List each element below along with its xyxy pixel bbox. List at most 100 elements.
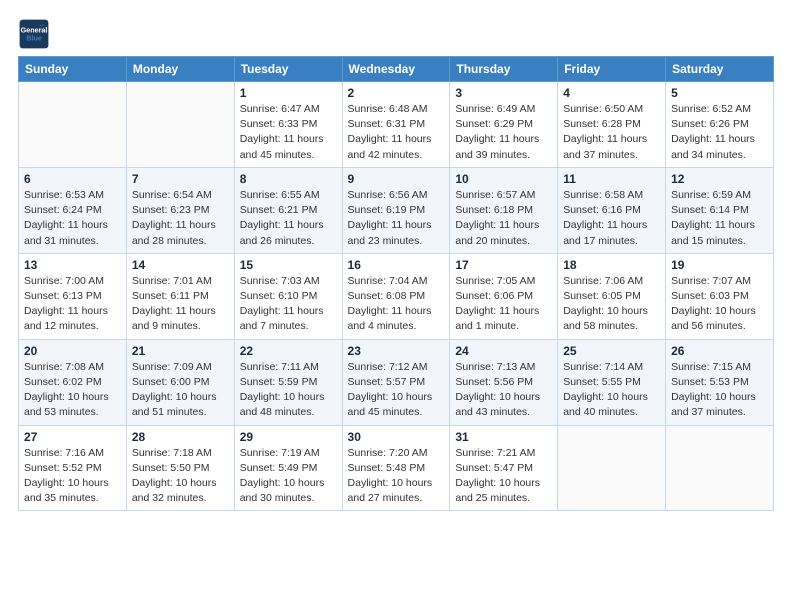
day-cell: 20 Sunrise: 7:08 AM Sunset: 6:02 PM Dayli… xyxy=(19,339,127,425)
day-number: 21 xyxy=(132,344,229,358)
day-cell: 23 Sunrise: 7:12 AM Sunset: 5:57 PM Dayli… xyxy=(342,339,450,425)
day-cell: 28 Sunrise: 7:18 AM Sunset: 5:50 PM Dayli… xyxy=(126,425,234,511)
calendar-table: SundayMondayTuesdayWednesdayThursdayFrid… xyxy=(18,56,774,511)
day-number: 2 xyxy=(348,86,445,100)
day-detail: Sunrise: 7:21 AM Sunset: 5:47 PM Dayligh… xyxy=(455,446,552,507)
day-detail: Sunrise: 7:20 AM Sunset: 5:48 PM Dayligh… xyxy=(348,446,445,507)
day-number: 26 xyxy=(671,344,768,358)
day-cell: 16Sunrise: 7:04 AM Sunset: 6:08 PM Dayli… xyxy=(342,253,450,339)
day-cell: 7 Sunrise: 6:54 AM Sunset: 6:23 PM Daylig… xyxy=(126,167,234,253)
day-cell: 26 Sunrise: 7:15 AM Sunset: 5:53 PM Dayli… xyxy=(666,339,774,425)
day-number: 8 xyxy=(240,172,337,186)
col-header-wednesday: Wednesday xyxy=(342,57,450,82)
day-number: 3 xyxy=(455,86,552,100)
day-detail: Sunrise: 7:18 AM Sunset: 5:50 PM Dayligh… xyxy=(132,446,229,507)
day-cell: 10 Sunrise: 6:57 AM Sunset: 6:18 PM Dayli… xyxy=(450,167,558,253)
day-detail: Sunrise: 6:54 AM Sunset: 6:23 PM Dayligh… xyxy=(132,188,229,249)
day-number: 31 xyxy=(455,430,552,444)
week-row-2: 6 Sunrise: 6:53 AM Sunset: 6:24 PM Daylig… xyxy=(19,167,774,253)
day-number: 6 xyxy=(24,172,121,186)
day-cell: 8 Sunrise: 6:55 AM Sunset: 6:21 PM Daylig… xyxy=(234,167,342,253)
day-detail: Sunrise: 7:06 AM Sunset: 6:05 PM Dayligh… xyxy=(563,274,660,335)
col-header-sunday: Sunday xyxy=(19,57,127,82)
day-number: 7 xyxy=(132,172,229,186)
day-detail: Sunrise: 6:52 AM Sunset: 6:26 PM Dayligh… xyxy=(671,102,768,163)
day-detail: Sunrise: 6:59 AM Sunset: 6:14 PM Dayligh… xyxy=(671,188,768,249)
day-cell: 11 Sunrise: 6:58 AM Sunset: 6:16 PM Dayli… xyxy=(558,167,666,253)
day-cell: 15 Sunrise: 7:03 AM Sunset: 6:10 PM Dayli… xyxy=(234,253,342,339)
page-container: General Blue SundayMondayTuesdayWednesda… xyxy=(0,0,792,521)
day-number: 28 xyxy=(132,430,229,444)
day-number: 25 xyxy=(563,344,660,358)
day-detail: Sunrise: 7:05 AM Sunset: 6:06 PM Dayligh… xyxy=(455,274,552,335)
day-detail: Sunrise: 6:48 AM Sunset: 6:31 PM Dayligh… xyxy=(348,102,445,163)
day-number: 5 xyxy=(671,86,768,100)
day-number: 24 xyxy=(455,344,552,358)
day-cell: 6 Sunrise: 6:53 AM Sunset: 6:24 PM Daylig… xyxy=(19,167,127,253)
week-row-5: 27Sunrise: 7:16 AM Sunset: 5:52 PM Dayli… xyxy=(19,425,774,511)
day-detail: Sunrise: 6:49 AM Sunset: 6:29 PM Dayligh… xyxy=(455,102,552,163)
day-number: 19 xyxy=(671,258,768,272)
day-cell: 19 Sunrise: 7:07 AM Sunset: 6:03 PM Dayli… xyxy=(666,253,774,339)
day-detail: Sunrise: 7:15 AM Sunset: 5:53 PM Dayligh… xyxy=(671,360,768,421)
day-cell: 18 Sunrise: 7:06 AM Sunset: 6:05 PM Dayli… xyxy=(558,253,666,339)
day-detail: Sunrise: 6:57 AM Sunset: 6:18 PM Dayligh… xyxy=(455,188,552,249)
day-number: 23 xyxy=(348,344,445,358)
day-number: 29 xyxy=(240,430,337,444)
day-number: 20 xyxy=(24,344,121,358)
svg-text:Blue: Blue xyxy=(26,33,42,42)
day-detail: Sunrise: 7:09 AM Sunset: 6:00 PM Dayligh… xyxy=(132,360,229,421)
day-detail: Sunrise: 7:12 AM Sunset: 5:57 PM Dayligh… xyxy=(348,360,445,421)
col-header-monday: Monday xyxy=(126,57,234,82)
day-cell: 2 Sunrise: 6:48 AM Sunset: 6:31 PM Daylig… xyxy=(342,82,450,168)
day-cell: 21 Sunrise: 7:09 AM Sunset: 6:00 PM Dayli… xyxy=(126,339,234,425)
day-detail: Sunrise: 7:08 AM Sunset: 6:02 PM Dayligh… xyxy=(24,360,121,421)
day-detail: Sunrise: 7:03 AM Sunset: 6:10 PM Dayligh… xyxy=(240,274,337,335)
day-detail: Sunrise: 6:50 AM Sunset: 6:28 PM Dayligh… xyxy=(563,102,660,163)
calendar-header: SundayMondayTuesdayWednesdayThursdayFrid… xyxy=(19,57,774,82)
day-cell: 12 Sunrise: 6:59 AM Sunset: 6:14 PM Dayli… xyxy=(666,167,774,253)
day-detail: Sunrise: 7:19 AM Sunset: 5:49 PM Dayligh… xyxy=(240,446,337,507)
day-number: 10 xyxy=(455,172,552,186)
day-detail: Sunrise: 6:47 AM Sunset: 6:33 PM Dayligh… xyxy=(240,102,337,163)
day-detail: Sunrise: 7:11 AM Sunset: 5:59 PM Dayligh… xyxy=(240,360,337,421)
day-number: 15 xyxy=(240,258,337,272)
day-cell xyxy=(666,425,774,511)
day-detail: Sunrise: 7:01 AM Sunset: 6:11 PM Dayligh… xyxy=(132,274,229,335)
day-number: 12 xyxy=(671,172,768,186)
day-number: 30 xyxy=(348,430,445,444)
day-number: 9 xyxy=(348,172,445,186)
day-cell: 4Sunrise: 6:50 AM Sunset: 6:28 PM Daylig… xyxy=(558,82,666,168)
week-row-4: 20 Sunrise: 7:08 AM Sunset: 6:02 PM Dayli… xyxy=(19,339,774,425)
day-cell xyxy=(19,82,127,168)
day-number: 18 xyxy=(563,258,660,272)
day-cell: 13 Sunrise: 7:00 AM Sunset: 6:13 PM Dayli… xyxy=(19,253,127,339)
week-row-1: 1 Sunrise: 6:47 AM Sunset: 6:33 PM Daylig… xyxy=(19,82,774,168)
day-detail: Sunrise: 7:13 AM Sunset: 5:56 PM Dayligh… xyxy=(455,360,552,421)
day-detail: Sunrise: 7:07 AM Sunset: 6:03 PM Dayligh… xyxy=(671,274,768,335)
day-cell: 1 Sunrise: 6:47 AM Sunset: 6:33 PM Daylig… xyxy=(234,82,342,168)
day-number: 13 xyxy=(24,258,121,272)
day-number: 1 xyxy=(240,86,337,100)
day-detail: Sunrise: 6:55 AM Sunset: 6:21 PM Dayligh… xyxy=(240,188,337,249)
logo: General Blue xyxy=(18,18,54,50)
day-number: 22 xyxy=(240,344,337,358)
header: General Blue xyxy=(18,18,774,50)
col-header-friday: Friday xyxy=(558,57,666,82)
day-number: 27 xyxy=(24,430,121,444)
day-cell: 3 Sunrise: 6:49 AM Sunset: 6:29 PM Daylig… xyxy=(450,82,558,168)
day-cell: 29 Sunrise: 7:19 AM Sunset: 5:49 PM Dayli… xyxy=(234,425,342,511)
day-detail: Sunrise: 7:00 AM Sunset: 6:13 PM Dayligh… xyxy=(24,274,121,335)
day-detail: Sunrise: 6:53 AM Sunset: 6:24 PM Dayligh… xyxy=(24,188,121,249)
day-detail: Sunrise: 6:56 AM Sunset: 6:19 PM Dayligh… xyxy=(348,188,445,249)
day-number: 11 xyxy=(563,172,660,186)
day-detail: Sunrise: 6:58 AM Sunset: 6:16 PM Dayligh… xyxy=(563,188,660,249)
day-cell: 24 Sunrise: 7:13 AM Sunset: 5:56 PM Dayli… xyxy=(450,339,558,425)
day-number: 14 xyxy=(132,258,229,272)
day-detail: Sunrise: 7:14 AM Sunset: 5:55 PM Dayligh… xyxy=(563,360,660,421)
day-cell: 22 Sunrise: 7:11 AM Sunset: 5:59 PM Dayli… xyxy=(234,339,342,425)
logo-icon: General Blue xyxy=(18,18,50,50)
day-cell: 9 Sunrise: 6:56 AM Sunset: 6:19 PM Daylig… xyxy=(342,167,450,253)
day-detail: Sunrise: 7:04 AM Sunset: 6:08 PM Dayligh… xyxy=(348,274,445,335)
day-number: 17 xyxy=(455,258,552,272)
